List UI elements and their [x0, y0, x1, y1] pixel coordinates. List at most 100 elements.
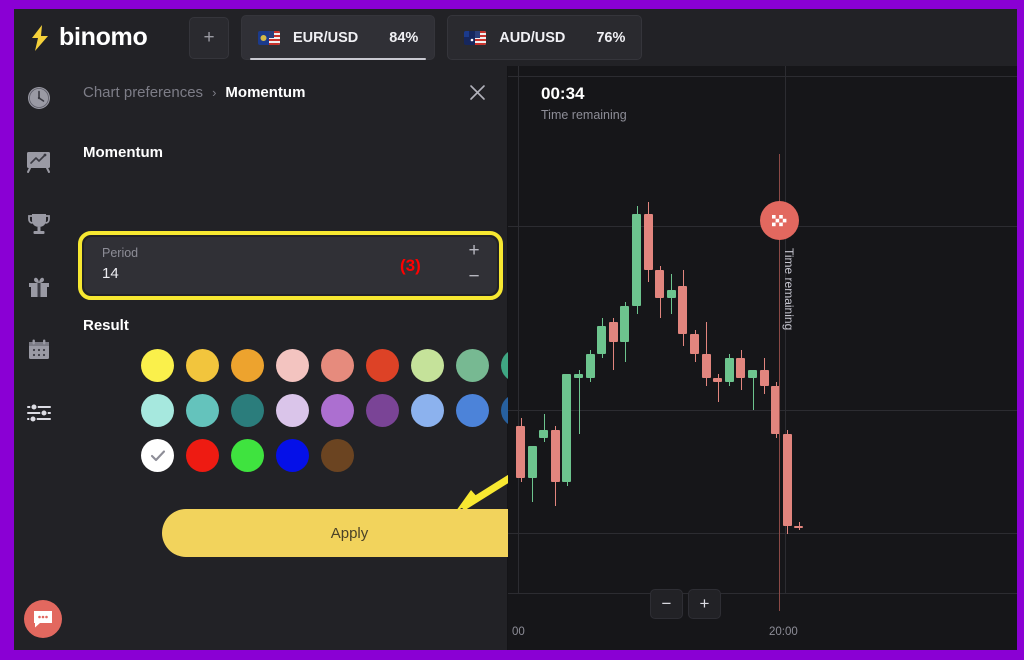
period-decrement-button[interactable]: −: [465, 266, 483, 287]
breadcrumb-separator-icon: ›: [212, 84, 217, 100]
x-axis-tick: 20:00: [769, 626, 798, 638]
tab-audusd[interactable]: AUD/USD 76%: [447, 15, 643, 60]
period-input[interactable]: Period 14 (3) + −: [84, 237, 497, 294]
chart-zoom-controls: − +: [650, 589, 721, 619]
trophy-icon: [27, 213, 50, 234]
candle-body: [597, 326, 607, 354]
candle-body: [736, 358, 746, 378]
color-swatch[interactable]: [456, 349, 489, 382]
sidebar-item-settings[interactable]: [14, 381, 63, 444]
breadcrumb-root[interactable]: Chart preferences: [83, 84, 203, 101]
x-axis-tick: 00: [512, 626, 525, 638]
candle-body: [516, 426, 525, 478]
grid-line: [508, 410, 1017, 411]
sliders-icon: [26, 402, 51, 423]
candle-body: [748, 370, 757, 378]
candle-body: [724, 358, 734, 382]
color-swatch[interactable]: [141, 349, 174, 382]
chat-bubble-icon: [34, 611, 52, 628]
color-swatch[interactable]: [366, 394, 399, 427]
color-swatch[interactable]: [186, 439, 219, 472]
candle-body: [539, 430, 549, 438]
clock-icon: [27, 86, 50, 109]
sidebar-item-calendar[interactable]: [14, 318, 63, 381]
left-rail: [14, 66, 63, 650]
color-swatch[interactable]: [231, 439, 264, 472]
checkered-flag-icon: [771, 214, 786, 226]
grid-line: [508, 593, 1017, 594]
candle-body: [666, 290, 676, 298]
screenshot-root: binomo + EUR/USD 84% AUD/USD 76% Chart p…: [0, 0, 1024, 660]
candle-body: [701, 354, 711, 378]
candle-body: [620, 306, 630, 342]
chart-board-icon: [27, 151, 50, 173]
binomo-logo-icon: [32, 24, 48, 51]
zoom-in-button[interactable]: +: [688, 589, 721, 619]
grid-line: [508, 533, 1017, 534]
color-swatch[interactable]: [456, 394, 489, 427]
brand-logo: binomo: [14, 23, 174, 52]
add-tab-button[interactable]: +: [189, 16, 229, 59]
color-swatch[interactable]: [186, 349, 219, 382]
tab-eurusd-payout: 84%: [389, 29, 419, 46]
period-value: 14: [102, 265, 119, 282]
candle-wick: [752, 374, 754, 410]
color-swatch[interactable]: [411, 349, 444, 382]
close-icon: [469, 84, 485, 100]
step-annotation-3: (3): [400, 256, 421, 275]
add-tab-label: +: [203, 26, 215, 48]
tab-eurusd[interactable]: EUR/USD 84%: [241, 15, 436, 60]
tab-audusd-payout: 76%: [596, 29, 626, 46]
candle-body: [782, 434, 792, 526]
deal-expiry-marker[interactable]: [760, 201, 799, 240]
brand-name: binomo: [59, 23, 148, 51]
zoom-out-button[interactable]: −: [650, 589, 683, 619]
color-swatch-grid: [141, 349, 541, 472]
color-swatch[interactable]: [321, 349, 354, 382]
candle-body: [655, 270, 665, 298]
price-chart[interactable]: 00:34 Time remaining Time remaining − + …: [508, 66, 1017, 650]
sidebar-item-gifts[interactable]: [14, 255, 63, 318]
result-label: Result: [83, 317, 129, 334]
candle-body: [713, 378, 723, 382]
chat-support-button[interactable]: [24, 600, 62, 638]
candle-body: [550, 430, 560, 482]
candle-body: [759, 370, 769, 386]
close-button[interactable]: [465, 80, 489, 104]
color-swatch[interactable]: [276, 394, 309, 427]
period-increment-button[interactable]: +: [465, 240, 483, 261]
indicator-title: Momentum: [83, 144, 163, 161]
grid-line: [518, 66, 519, 593]
color-swatch[interactable]: [276, 349, 309, 382]
color-swatch[interactable]: [321, 394, 354, 427]
candle-body: [643, 214, 653, 270]
color-swatch[interactable]: [321, 439, 354, 472]
period-label: Period: [102, 246, 139, 260]
check-icon: [150, 449, 165, 461]
app-window: binomo + EUR/USD 84% AUD/USD 76% Chart p…: [14, 9, 1017, 650]
calendar-icon: [28, 339, 49, 359]
color-swatch[interactable]: [231, 394, 264, 427]
color-swatch[interactable]: [366, 349, 399, 382]
color-swatch-selected[interactable]: [141, 439, 174, 472]
au-us-flag-icon: [464, 30, 487, 45]
apply-button[interactable]: Apply: [162, 509, 537, 557]
color-swatch[interactable]: [231, 349, 264, 382]
candle-body: [527, 446, 537, 478]
color-swatch[interactable]: [276, 439, 309, 472]
sidebar-item-strategies[interactable]: [14, 129, 63, 192]
sidebar-item-history[interactable]: [14, 66, 63, 129]
countdown-timer: 00:34: [541, 84, 585, 103]
tab-eurusd-label: EUR/USD: [293, 29, 359, 46]
sidebar-item-tournaments[interactable]: [14, 192, 63, 255]
candle-body: [585, 354, 595, 378]
chart-preferences-panel: Chart preferences › Momentum Momentum Pe…: [63, 66, 552, 650]
eu-us-flag-icon: [258, 30, 280, 45]
panel-header: Chart preferences › Momentum: [63, 66, 508, 118]
color-swatch[interactable]: [411, 394, 444, 427]
candle-body: [562, 374, 572, 482]
color-swatch[interactable]: [186, 394, 219, 427]
deal-expiry-caption: Time remaining: [782, 248, 796, 331]
apply-button-label: Apply: [330, 524, 369, 542]
color-swatch[interactable]: [141, 394, 174, 427]
